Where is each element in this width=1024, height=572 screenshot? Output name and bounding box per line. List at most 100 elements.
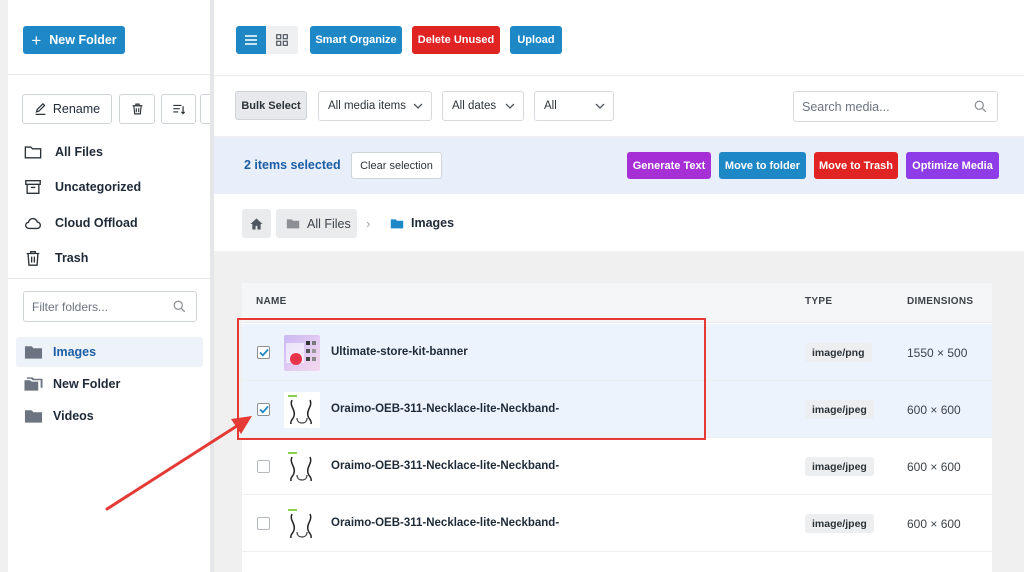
folder-label: Videos: [53, 409, 94, 423]
folder-icon: [286, 219, 300, 229]
nav-label: Trash: [55, 251, 89, 265]
nav-uncategorized[interactable]: Uncategorized: [24, 177, 141, 197]
folder-new-folder[interactable]: New Folder: [16, 369, 203, 399]
sidebar-divider-line: [8, 278, 210, 279]
dimensions-value: 600 × 600: [907, 517, 961, 531]
trash-icon: [26, 251, 40, 266]
folder-outline-icon: [24, 146, 42, 159]
nav-label: Uncategorized: [55, 180, 142, 194]
row-checkbox[interactable]: [257, 517, 270, 530]
sort-button[interactable]: [161, 94, 196, 124]
filter-folders-input[interactable]: Filter folders...: [23, 291, 197, 322]
move-to-folder-button[interactable]: Move to folder: [719, 152, 806, 179]
more-button-partial[interactable]: [200, 94, 210, 124]
dates-select[interactable]: All dates: [442, 91, 524, 121]
breadcrumb-all-files[interactable]: All Files: [276, 209, 357, 238]
dates-value: All dates: [452, 100, 497, 112]
nav-label: Cloud Offload: [55, 216, 138, 230]
home-icon: [250, 217, 263, 230]
file-name[interactable]: Oraimo-OEB-311-Necklace-lite-Neckband-: [331, 460, 559, 472]
new-folder-label: New Folder: [49, 33, 117, 47]
grid-view-button[interactable]: [266, 26, 298, 54]
breadcrumb-current: Images: [390, 216, 454, 230]
file-name[interactable]: Oraimo-OEB-311-Necklace-lite-Neckband-: [331, 517, 559, 529]
chevron-down-icon: [595, 103, 605, 109]
folder-icon: [390, 218, 404, 228]
chevron-down-icon: [505, 103, 515, 109]
clear-selection-button[interactable]: Clear selection: [351, 152, 442, 179]
grid-icon: [276, 34, 288, 46]
row-checkbox[interactable]: [257, 460, 270, 473]
plus-icon: +: [31, 30, 42, 50]
check-icon: [258, 348, 269, 357]
folders-icon: [24, 377, 43, 391]
file-name[interactable]: Oraimo-OEB-311-Necklace-lite-Neckband-: [331, 403, 559, 415]
folder-label: Images: [53, 345, 97, 359]
thumbnail-neckband: [284, 449, 320, 485]
chevron-down-icon: [413, 103, 423, 109]
rename-label: Rename: [52, 102, 101, 116]
filter-placeholder: Filter folders...: [32, 299, 109, 314]
all-select[interactable]: All: [534, 91, 614, 121]
table-header: [242, 283, 992, 323]
column-type-header[interactable]: TYPE: [805, 296, 832, 307]
toolbar-divider: [214, 75, 1024, 76]
thumbnail-neckband: [284, 506, 320, 542]
search-icon: [173, 300, 186, 313]
breadcrumb-root-label: All Files: [307, 216, 351, 231]
new-folder-button[interactable]: + New Folder: [23, 26, 125, 54]
search-placeholder: Search media...: [802, 99, 890, 114]
type-badge: image/jpeg: [805, 457, 874, 476]
row-checkbox[interactable]: [257, 403, 270, 416]
cloud-icon: [25, 217, 41, 230]
move-to-trash-button[interactable]: Move to Trash: [814, 152, 898, 179]
file-name[interactable]: Ultimate-store-kit-banner: [331, 346, 468, 358]
column-name-header[interactable]: NAME: [256, 296, 287, 307]
folder-icon: [24, 410, 43, 423]
breadcrumb-home[interactable]: [242, 209, 271, 238]
dimensions-value: 600 × 600: [907, 403, 961, 417]
nav-all-files[interactable]: All Files: [24, 142, 103, 162]
thumbnail-banner: [284, 335, 320, 371]
optimize-media-button[interactable]: Optimize Media: [906, 152, 999, 179]
column-dimensions-header[interactable]: DIMENSIONS: [907, 296, 973, 307]
list-view-button[interactable]: [236, 26, 266, 54]
search-icon: [974, 100, 987, 113]
check-icon: [258, 405, 269, 414]
dimensions-value: 1550 × 500: [907, 346, 968, 360]
type-badge: image/jpeg: [805, 400, 874, 419]
list-icon: [245, 35, 257, 45]
generate-text-button[interactable]: Generate Text: [627, 152, 711, 179]
selected-count: 2 items selected: [244, 158, 341, 172]
nav-label: All Files: [55, 145, 103, 159]
folder-videos[interactable]: Videos: [16, 401, 203, 431]
folder-images[interactable]: Images: [16, 337, 203, 367]
breadcrumb-current-label: Images: [411, 216, 455, 230]
media-type-select[interactable]: All media items: [318, 91, 432, 121]
chevron-right-icon: ›: [366, 216, 371, 231]
bulk-select-button[interactable]: Bulk Select: [235, 91, 307, 120]
search-media-input[interactable]: Search media...: [793, 91, 998, 122]
type-badge: image/png: [805, 343, 872, 362]
row-checkbox[interactable]: [257, 346, 270, 359]
rename-button[interactable]: Rename: [22, 94, 112, 124]
edit-icon: [35, 102, 46, 115]
type-badge: image/jpeg: [805, 514, 874, 533]
delete-folder-button[interactable]: [119, 94, 155, 124]
folder-label: New Folder: [53, 377, 121, 391]
sidebar: [8, 0, 210, 572]
all-value: All: [544, 100, 557, 112]
sort-icon: [172, 104, 185, 114]
archive-icon: [25, 180, 41, 194]
media-type-value: All media items: [328, 100, 406, 112]
trash-icon: [132, 103, 142, 115]
upload-button[interactable]: Upload: [510, 26, 562, 54]
thumbnail-neckband: [284, 392, 320, 428]
delete-unused-button[interactable]: Delete Unused: [412, 26, 500, 54]
nav-trash[interactable]: Trash: [24, 248, 88, 268]
dimensions-value: 600 × 600: [907, 460, 961, 474]
nav-cloud-offload[interactable]: Cloud Offload: [24, 213, 138, 233]
folder-icon: [24, 346, 43, 359]
smart-organize-button[interactable]: Smart Organize: [310, 26, 402, 54]
sidebar-divider-line: [8, 74, 210, 75]
